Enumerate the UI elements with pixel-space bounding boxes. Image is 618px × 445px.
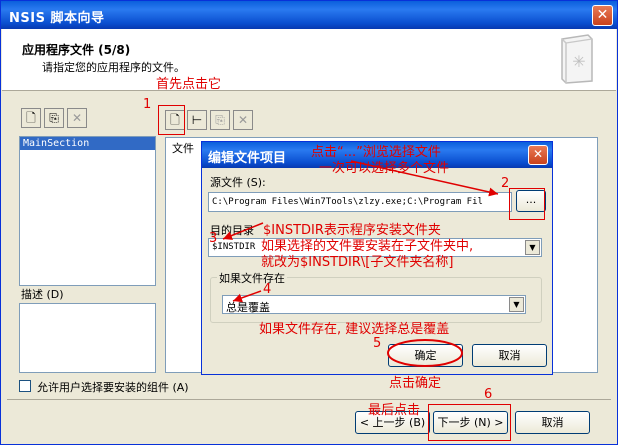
wizard-window: NSIS 脚本向导 ✕ 应用程序文件 (5/8) 请指定您的应用程序的文件。 ✳… (0, 0, 618, 445)
chevron-down-icon[interactable]: ▼ (525, 240, 540, 255)
annotation-step-3-line3: 就改为$INSTDIR\[子文件夹名称] (261, 255, 454, 270)
chevron-down-icon[interactable]: ▼ (509, 297, 524, 312)
edit-file-icon[interactable]: ⎘ (210, 110, 230, 130)
annotation-step-2-line2: 一次可以选择多个文件 (319, 161, 450, 176)
highlight-next (428, 404, 511, 441)
description-label: 描述 (D) (21, 288, 64, 301)
delete-section-icon[interactable]: ✕ (67, 108, 87, 128)
allow-component-select-checkbox[interactable] (19, 380, 31, 392)
cancel-button[interactable]: 取消 (515, 411, 590, 434)
window-title: NSIS 脚本向导 (9, 11, 105, 26)
annotation-number-6: 6 (484, 387, 493, 402)
section-tree[interactable]: MainSection (19, 136, 156, 286)
annotation-step-5: 点击确定 (389, 376, 442, 391)
annotation-number-4: 4 (263, 282, 272, 297)
dialog-cancel-button[interactable]: 取消 (472, 344, 547, 367)
description-box (19, 303, 156, 373)
highlight-add-file (158, 105, 185, 135)
dialog-close-button[interactable]: ✕ (528, 145, 548, 165)
source-file-label: 源文件 (S): (210, 176, 266, 189)
footer-divider (7, 399, 611, 400)
remove-file-icon[interactable]: ✕ (233, 110, 253, 130)
copy-section-icon[interactable]: ⎘ (44, 108, 64, 128)
annotation-number-1: 1 (143, 97, 152, 112)
wizard-book-icon: ✳ (561, 34, 593, 84)
annotation-step-4: 如果文件存在, 建议选择总是覆盖 (259, 322, 450, 337)
dialog-title: 编辑文件项目 (208, 151, 287, 166)
annotation-step-6: 最后点击 (368, 403, 421, 418)
close-button[interactable]: ✕ (592, 5, 613, 26)
step-title: 应用程序文件 (5/8) (22, 43, 131, 57)
column-header-file[interactable]: 文件 (172, 140, 194, 156)
add-directory-icon[interactable]: ⊢ (187, 110, 207, 130)
tree-item-mainsection[interactable]: MainSection (20, 137, 155, 150)
allow-component-select-label: 允许用户选择要安装的组件 (A) (37, 381, 189, 394)
svg-text:✳: ✳ (572, 52, 585, 71)
file-exists-label: 如果文件存在 (217, 270, 287, 286)
dialog-ok-button[interactable]: 确定 (388, 344, 463, 367)
annotation-number-3: 3 (209, 231, 218, 246)
annotation-number-2: 2 (501, 176, 510, 191)
file-exists-select[interactable]: 总是覆盖 ▼ (222, 295, 526, 314)
file-exists-value: 总是覆盖 (226, 301, 270, 314)
wizard-header: 应用程序文件 (5/8) 请指定您的应用程序的文件。 ✳ (2, 29, 616, 91)
source-file-input[interactable]: C:\Program Files\Win7Tools\zlzy.exe;C:\P… (208, 192, 512, 212)
destination-dir-value: $INSTDIR (212, 242, 256, 252)
title-bar[interactable]: NSIS 脚本向导 ✕ (1, 1, 617, 29)
annotation-step-1: 首先点击它 (156, 77, 222, 92)
highlight-browse (509, 188, 545, 220)
annotation-number-5: 5 (373, 336, 382, 351)
new-section-icon[interactable]: 🗋 (21, 108, 41, 128)
